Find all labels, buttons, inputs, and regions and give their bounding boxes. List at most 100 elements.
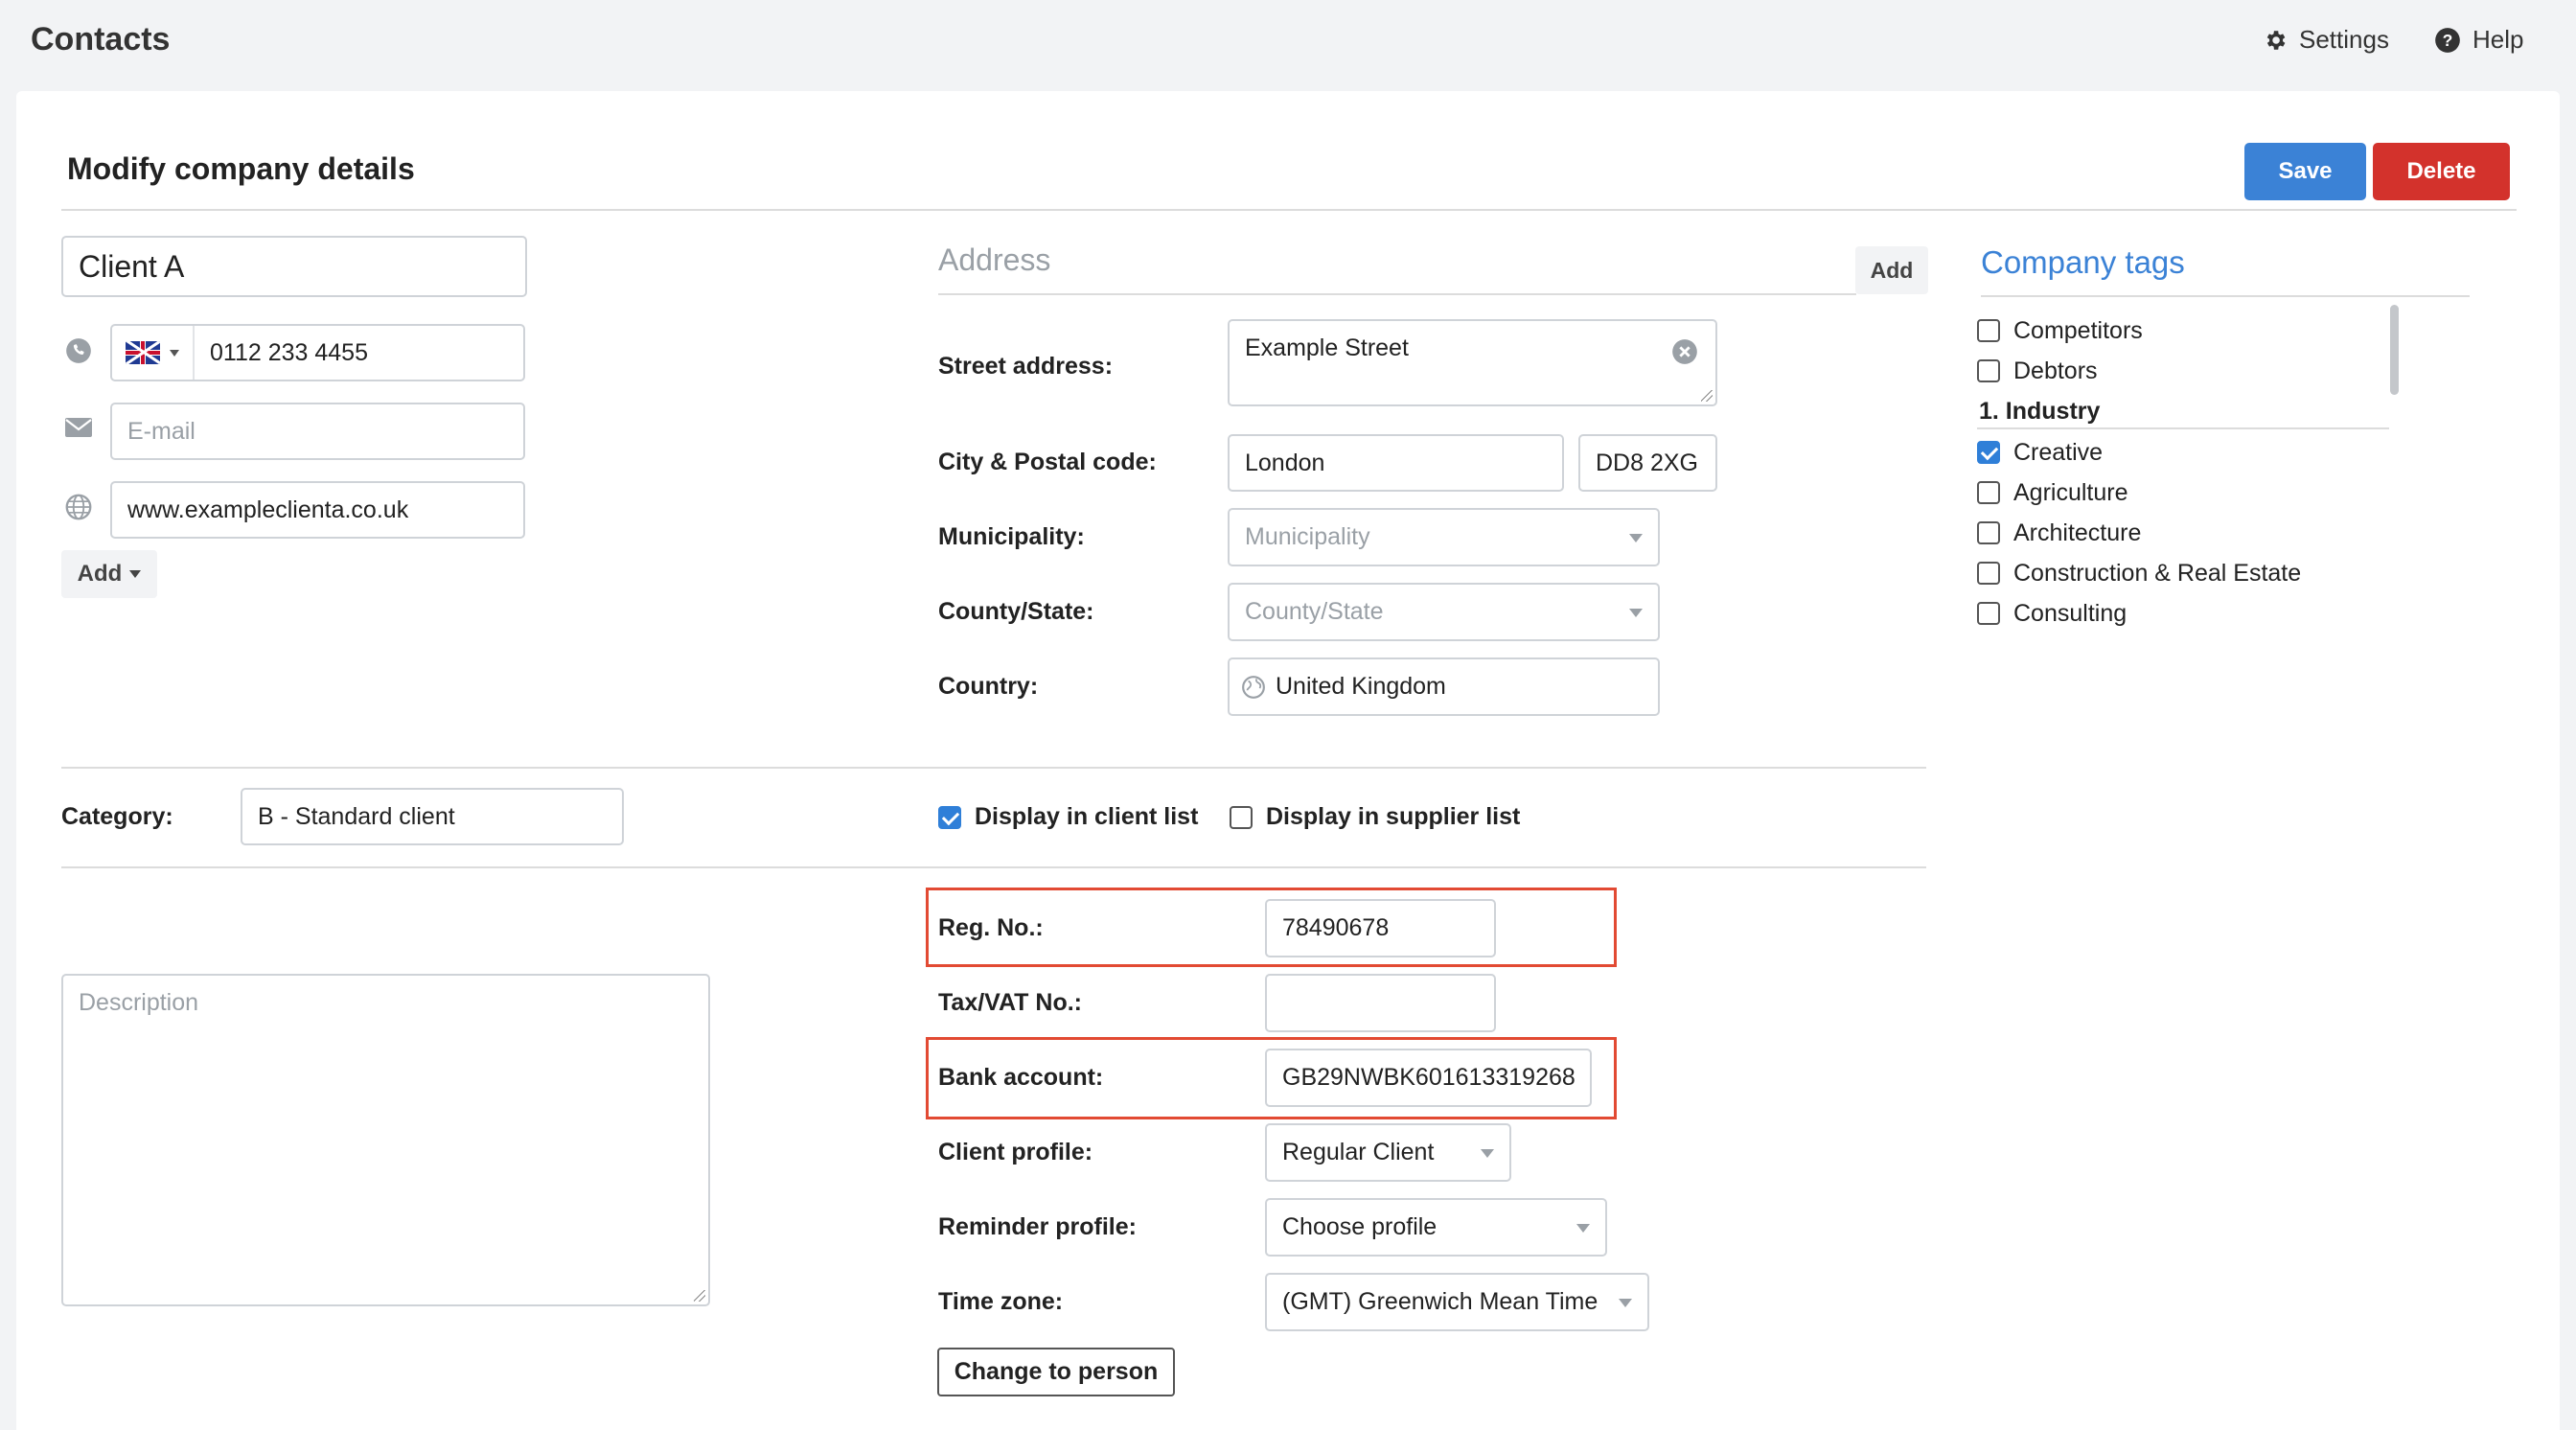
company-tags-title: Company tags <box>1981 244 2185 280</box>
municipality-select[interactable]: Municipality <box>1228 508 1660 566</box>
client-profile-select[interactable]: Regular Client <box>1265 1123 1511 1182</box>
add-contact-field-button[interactable]: Add <box>61 550 157 598</box>
tags-list: Competitors Debtors 1. Industry <box>1977 311 2143 431</box>
resize-handle[interactable] <box>694 1290 705 1302</box>
gear-icon <box>2266 30 2286 50</box>
display-client-list-toggle[interactable]: Display in client list <box>938 803 1198 831</box>
description-placeholder: Description <box>79 989 199 1016</box>
email-input[interactable]: E-mail <box>110 403 525 460</box>
tag-competitors[interactable]: Competitors <box>1977 311 2143 351</box>
add-label: Add <box>77 561 123 587</box>
tag-label: Construction & Real Estate <box>2013 559 2302 587</box>
globe-icon <box>65 494 92 520</box>
tag-architecture[interactable]: Architecture <box>1977 513 2301 553</box>
email-placeholder: E-mail <box>127 417 196 445</box>
street-value: Example Street <box>1245 334 1409 361</box>
app-title: Contacts <box>31 21 171 58</box>
tax-vat-label: Tax/VAT No.: <box>938 989 1082 1016</box>
tag-consulting[interactable]: Consulting <box>1977 593 2301 634</box>
checkbox[interactable] <box>1977 562 2000 585</box>
tag-debtors[interactable]: Debtors <box>1977 351 2143 391</box>
address-title: Address <box>938 242 1051 277</box>
county-placeholder: County/State <box>1245 598 1384 625</box>
checkbox[interactable] <box>1977 521 2000 544</box>
display-client-list-label: Display in client list <box>975 803 1199 830</box>
country-select[interactable]: United Kingdom <box>1228 657 1660 716</box>
tag-label: Architecture <box>2013 519 2142 546</box>
checkbox[interactable] <box>1230 805 1253 829</box>
gb-flag-icon <box>126 341 160 364</box>
tag-group-industry: 1. Industry <box>1979 397 2101 425</box>
reminder-profile-value: Choose profile <box>1282 1213 1438 1240</box>
phone-input[interactable]: 0112 233 4455 <box>110 324 525 381</box>
checkbox[interactable] <box>1977 319 2000 342</box>
caret-down-icon <box>129 570 142 578</box>
display-supplier-list-toggle[interactable]: Display in supplier list <box>1230 803 1520 831</box>
time-zone-select[interactable]: (GMT) Greenwich Mean Time <box>1265 1273 1649 1331</box>
checkbox[interactable] <box>1977 481 2000 504</box>
reg-no-input[interactable]: 78490678 <box>1265 899 1496 957</box>
bank-account-input[interactable]: GB29NWBK601613319268 <box>1265 1049 1592 1107</box>
clear-icon[interactable] <box>1671 338 1698 365</box>
checkbox[interactable] <box>1977 359 2000 382</box>
help-link[interactable]: ? Help <box>2434 25 2523 55</box>
tax-vat-input[interactable] <box>1265 974 1496 1032</box>
settings-label: Settings <box>2299 25 2389 54</box>
delete-button[interactable]: Delete <box>2373 143 2510 200</box>
tags-scrollbar[interactable] <box>2390 305 2399 395</box>
website-input[interactable]: www.exampleclienta.co.uk <box>110 481 525 539</box>
section-divider <box>61 767 1926 769</box>
industry-divider <box>1977 427 2389 429</box>
header-divider <box>61 209 2517 211</box>
tag-agriculture[interactable]: Agriculture <box>1977 473 2301 513</box>
help-icon: ? <box>2435 27 2460 53</box>
dropdown-arrow-icon <box>1576 1223 1590 1233</box>
industry-tags-list: Creative Agriculture Architecture Constr… <box>1977 432 2301 634</box>
country-value: United Kingdom <box>1276 673 1446 700</box>
resize-handle[interactable] <box>1701 390 1713 402</box>
category-label: Category: <box>61 803 173 830</box>
street-input[interactable]: Example Street <box>1228 319 1717 406</box>
time-zone-label: Time zone: <box>938 1288 1064 1315</box>
change-to-person-button[interactable]: Change to person <box>937 1348 1175 1396</box>
reg-no-label: Reg. No.: <box>938 914 1044 941</box>
postal-code-input[interactable]: DD8 2XG <box>1578 434 1717 492</box>
dropdown-arrow-icon <box>1629 533 1643 542</box>
municipality-label: Municipality: <box>938 523 1085 550</box>
page-title: Modify company details <box>67 151 415 186</box>
tag-construction[interactable]: Construction & Real Estate <box>1977 553 2301 593</box>
tag-creative[interactable]: Creative <box>1977 432 2301 473</box>
dropdown-arrow-icon <box>1619 1298 1632 1307</box>
globe-icon <box>1242 675 1265 699</box>
reminder-profile-label: Reminder profile: <box>938 1213 1137 1240</box>
company-name-input[interactable]: Client A <box>61 236 527 297</box>
settings-link[interactable]: Settings <box>2263 25 2389 55</box>
phone-country-select[interactable] <box>112 326 195 380</box>
address-add-button[interactable]: Add <box>1855 246 1928 294</box>
category-input[interactable]: B - Standard client <box>241 788 624 845</box>
chevron-down-icon <box>170 349 179 357</box>
time-zone-value: (GMT) Greenwich Mean Time <box>1282 1288 1598 1315</box>
dropdown-arrow-icon <box>1481 1148 1494 1158</box>
reminder-profile-select[interactable]: Choose profile <box>1265 1198 1607 1257</box>
county-select[interactable]: County/State <box>1228 583 1660 641</box>
address-divider <box>938 293 1856 295</box>
city-input[interactable]: London <box>1228 434 1564 492</box>
display-supplier-list-label: Display in supplier list <box>1266 803 1521 830</box>
checkbox-checked[interactable] <box>1977 441 2000 464</box>
mail-icon <box>65 418 92 437</box>
save-button[interactable]: Save <box>2244 143 2366 200</box>
client-profile-label: Client profile: <box>938 1139 1093 1165</box>
county-label: County/State: <box>938 598 1094 625</box>
tags-divider <box>1981 295 2470 297</box>
help-label: Help <box>2472 25 2524 54</box>
city-label: City & Postal code: <box>938 449 1157 475</box>
tag-label: Competitors <box>2013 316 2143 344</box>
municipality-placeholder: Municipality <box>1245 523 1370 550</box>
country-label: Country: <box>938 673 1039 700</box>
tag-label: Debtors <box>2013 357 2098 384</box>
description-textarea[interactable]: Description <box>61 974 710 1306</box>
checkbox-checked[interactable] <box>938 805 961 829</box>
checkbox[interactable] <box>1977 602 2000 625</box>
street-label: Street address: <box>938 353 1114 380</box>
